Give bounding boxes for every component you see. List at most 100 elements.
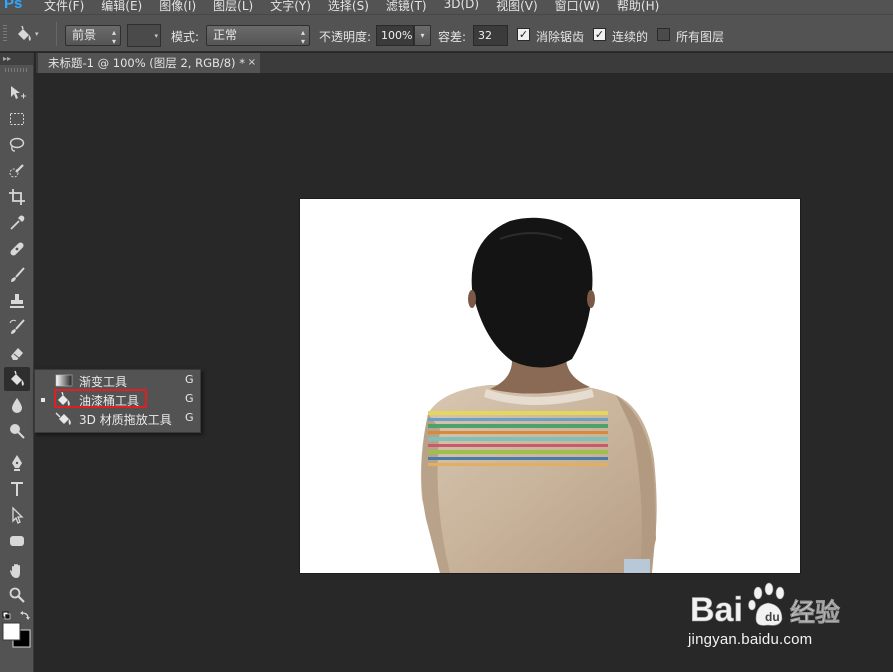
crop-icon <box>9 189 25 205</box>
all-layers-checkbox[interactable] <box>657 28 670 41</box>
type-tool[interactable] <box>4 477 30 501</box>
zoom-tool[interactable] <box>4 583 30 607</box>
document-title: 未标题-1 @ 100% (图层 2, RGB/8) * <box>48 56 245 70</box>
history-brush-tool[interactable] <box>4 315 30 339</box>
pen-icon <box>12 455 22 471</box>
selected-bullet-icon <box>41 398 45 402</box>
flyout-item-gradient[interactable]: 渐变工具 G <box>35 371 201 390</box>
tool-preset-picker[interactable]: ▾ <box>14 24 42 44</box>
eyedropper-icon <box>10 215 25 230</box>
eraser-tool[interactable] <box>4 341 30 365</box>
menu-item[interactable]: 滤镜(T) <box>386 0 427 14</box>
flyout-shortcut: G <box>185 411 194 424</box>
opacity-label: 不透明度: <box>319 30 372 44</box>
lasso-icon <box>9 137 25 152</box>
paint-bucket-tool[interactable] <box>4 367 30 391</box>
watermark-url: jingyan.baidu.com <box>688 631 813 648</box>
all-layers-label: 所有图层 <box>676 30 725 44</box>
paint-bucket-icon <box>11 370 24 386</box>
flyout-shortcut: G <box>185 392 194 405</box>
healing-brush-tool[interactable] <box>4 237 30 261</box>
photo-person-back <box>420 217 657 573</box>
menu-item[interactable]: 视图(V) <box>496 0 538 14</box>
flyout-item-3d-material-drop[interactable]: 3D 材质拖放工具 G <box>35 409 201 428</box>
move-tool[interactable] <box>4 81 30 105</box>
svg-text:du: du <box>765 610 780 624</box>
close-icon[interactable]: × <box>248 53 256 73</box>
eyedropper-tool[interactable] <box>4 211 30 235</box>
options-bar: ▾ 前景 ▴ ▾ ▾ 模式: 正常 ▴ ▾ 不透明度: 100% ▾ 容差: 32 … <box>0 14 893 52</box>
mode-label: 模式: <box>171 30 200 44</box>
chevron-down-icon: ▾ <box>35 30 39 38</box>
panel-collapse-icon[interactable]: ▸▸ <box>0 53 33 65</box>
photoshop-logo: Ps <box>4 0 23 12</box>
opacity-slider-toggle[interactable]: ▾ <box>414 25 431 46</box>
stamp-icon <box>10 294 24 308</box>
pattern-picker[interactable]: ▾ <box>127 24 161 47</box>
document-tab[interactable]: 未标题-1 @ 100% (图层 2, RGB/8) * × <box>38 53 260 73</box>
menu-item[interactable]: 帮助(H) <box>617 0 659 14</box>
flyout-label: 渐变工具 <box>79 375 128 389</box>
panel-grip[interactable] <box>5 68 28 72</box>
type-icon <box>11 482 23 496</box>
menu-item[interactable]: 选择(S) <box>328 0 369 14</box>
flyout-shortcut: G <box>185 373 194 386</box>
menu-item[interactable]: 3D(D) <box>444 0 479 14</box>
default-colors-icon[interactable] <box>2 611 11 620</box>
color-swatches <box>2 610 34 654</box>
menu-item[interactable]: 图像(I) <box>159 0 196 14</box>
foreground-color-swatch[interactable] <box>2 622 21 641</box>
contiguous-label: 连续的 <box>612 30 649 44</box>
path-selection-tool[interactable] <box>4 503 30 527</box>
updown-icon: ▴ ▾ <box>300 28 305 46</box>
pen-tool[interactable] <box>4 451 30 475</box>
eraser-icon <box>11 348 23 360</box>
marquee-tool[interactable] <box>4 107 30 131</box>
crop-tool[interactable] <box>4 185 30 209</box>
swap-colors-icon[interactable] <box>20 611 30 620</box>
arrow-cursor-icon <box>12 506 24 524</box>
menu-item[interactable]: 文字(Y) <box>270 0 311 14</box>
brush-icon <box>11 267 25 282</box>
fill-source-select[interactable]: 前景 ▴ ▾ <box>65 25 121 46</box>
divider <box>56 22 57 46</box>
menu-item[interactable]: 文件(F) <box>44 0 84 14</box>
shape-tool[interactable] <box>4 529 30 553</box>
document-tab-bar: 未标题-1 @ 100% (图层 2, RGB/8) * × <box>36 53 893 73</box>
menu-item[interactable]: 图层(L) <box>213 0 253 14</box>
mode-select[interactable]: 正常 ▴ ▾ <box>206 25 310 46</box>
watermark-suffix: 经验 <box>790 598 840 627</box>
gradient-icon <box>55 374 73 387</box>
menu-item[interactable]: 窗口(W) <box>555 0 600 14</box>
chevron-down-icon: ▾ <box>154 32 158 40</box>
magnifier-icon <box>9 587 25 603</box>
quick-selection-tool[interactable] <box>4 159 30 183</box>
menu-item[interactable]: 编辑(E) <box>101 0 142 14</box>
brush-tool[interactable] <box>4 263 30 287</box>
dodge-tool[interactable] <box>4 419 30 443</box>
mode-value: 正常 <box>213 28 238 42</box>
contiguous-checkbox[interactable]: ✓ <box>593 28 606 41</box>
options-grip[interactable] <box>3 25 7 43</box>
fill-source-value: 前景 <box>72 28 97 42</box>
3d-material-drop-icon <box>55 412 71 425</box>
hand-tool[interactable] <box>4 559 30 583</box>
hand-icon <box>10 564 20 578</box>
clone-stamp-tool[interactable] <box>4 289 30 313</box>
blur-tool[interactable] <box>4 393 30 417</box>
antialias-checkbox[interactable]: ✓ <box>517 28 530 41</box>
document-canvas[interactable] <box>300 199 800 573</box>
water-drop-icon <box>12 398 22 413</box>
quick-selection-icon <box>9 164 24 178</box>
annotation-highlight-box <box>54 389 147 408</box>
dodge-icon <box>10 424 25 439</box>
menu-bar: Ps 文件(F) 编辑(E) 图像(I) 图层(L) 文字(Y) 选择(S) 滤镜(T) 3D… <box>0 0 893 14</box>
rectangle-marquee-icon <box>10 113 24 125</box>
lasso-tool[interactable] <box>4 133 30 157</box>
history-brush-icon <box>9 319 25 334</box>
move-icon <box>11 86 26 99</box>
opacity-input[interactable]: 100% <box>376 25 414 46</box>
svg-text:Bai: Bai <box>690 591 743 629</box>
tolerance-input[interactable]: 32 <box>473 25 508 46</box>
updown-icon: ▴ ▾ <box>111 28 116 46</box>
